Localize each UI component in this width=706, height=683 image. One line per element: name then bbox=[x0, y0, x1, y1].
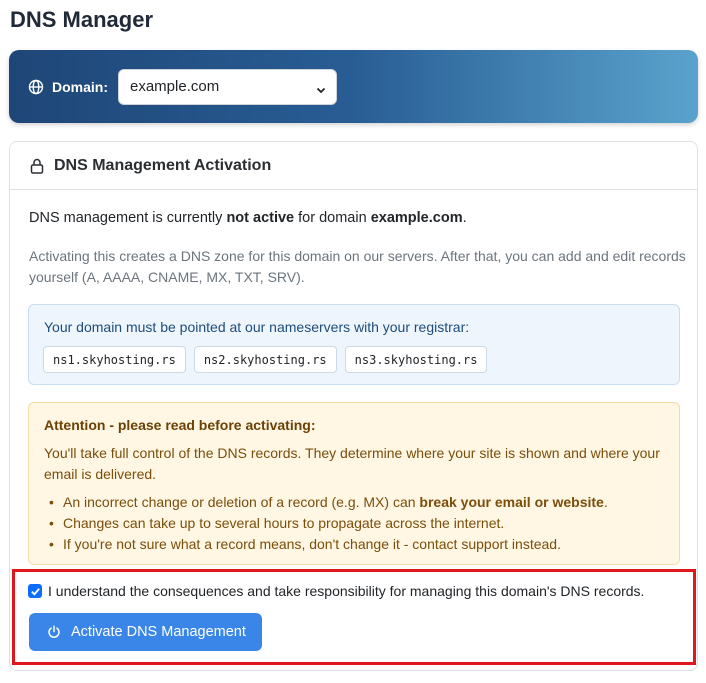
nameserver-chip: ns2.skyhosting.rs bbox=[193, 346, 337, 373]
warning-item: If you're not sure what a record means, … bbox=[49, 534, 608, 555]
warning-item-1-bold: break your email or website bbox=[419, 494, 604, 510]
warning-item-1-prefix: An incorrect change or deletion of a rec… bbox=[63, 494, 420, 510]
warning-title: Attention - please read before activatin… bbox=[44, 417, 316, 433]
globe-icon bbox=[28, 79, 44, 95]
warning-box: Attention - please read before activatin… bbox=[28, 402, 680, 565]
warning-item: Changes can take up to several hours to … bbox=[49, 513, 608, 534]
help-text: Activating this creates a DNS zone for t… bbox=[29, 248, 686, 285]
activate-dns-button[interactable]: Activate DNS Management bbox=[29, 613, 262, 651]
status-prefix: DNS management is currently bbox=[29, 210, 227, 226]
power-icon bbox=[47, 625, 61, 639]
status-middle: for domain bbox=[294, 210, 371, 226]
confirm-checkbox[interactable] bbox=[28, 584, 42, 598]
nameserver-text: Your domain must be pointed at our names… bbox=[44, 319, 470, 335]
status-state: not active bbox=[226, 210, 295, 226]
chevron-down-icon bbox=[316, 82, 326, 93]
status-domain: example.com bbox=[370, 210, 463, 226]
warning-item-1-suffix: . bbox=[603, 494, 608, 510]
warning-item: An incorrect change or deletion of a rec… bbox=[49, 492, 608, 513]
domain-bar: Domain: example.com bbox=[9, 50, 698, 123]
card-title: DNS Management Activation bbox=[54, 156, 272, 174]
card-header: DNS Management Activation bbox=[10, 142, 697, 190]
warning-list: An incorrect change or deletion of a rec… bbox=[49, 492, 608, 555]
domain-select-value: example.com bbox=[130, 78, 220, 95]
nameserver-list: ns1.skyhosting.rs ns2.skyhosting.rs ns3.… bbox=[43, 346, 488, 373]
status-line: DNS management is currently not active f… bbox=[29, 210, 467, 226]
activate-dns-button-label: Activate DNS Management bbox=[71, 624, 246, 640]
nameserver-chip: ns3.skyhosting.rs bbox=[344, 346, 488, 373]
status-suffix: . bbox=[462, 210, 467, 226]
confirm-row: I understand the consequences and take r… bbox=[28, 583, 644, 599]
nameserver-info-box: Your domain must be pointed at our names… bbox=[28, 304, 680, 385]
lock-icon bbox=[30, 158, 44, 174]
domain-label: Domain: bbox=[52, 78, 108, 95]
activation-card: DNS Management Activation DNS management… bbox=[9, 141, 698, 671]
warning-text: You'll take full control of the DNS reco… bbox=[44, 445, 660, 482]
domain-select[interactable]: example.com bbox=[118, 68, 337, 105]
page-title: DNS Manager bbox=[10, 7, 154, 32]
nameserver-chip: ns1.skyhosting.rs bbox=[43, 346, 186, 373]
confirm-label[interactable]: I understand the consequences and take r… bbox=[48, 583, 644, 599]
